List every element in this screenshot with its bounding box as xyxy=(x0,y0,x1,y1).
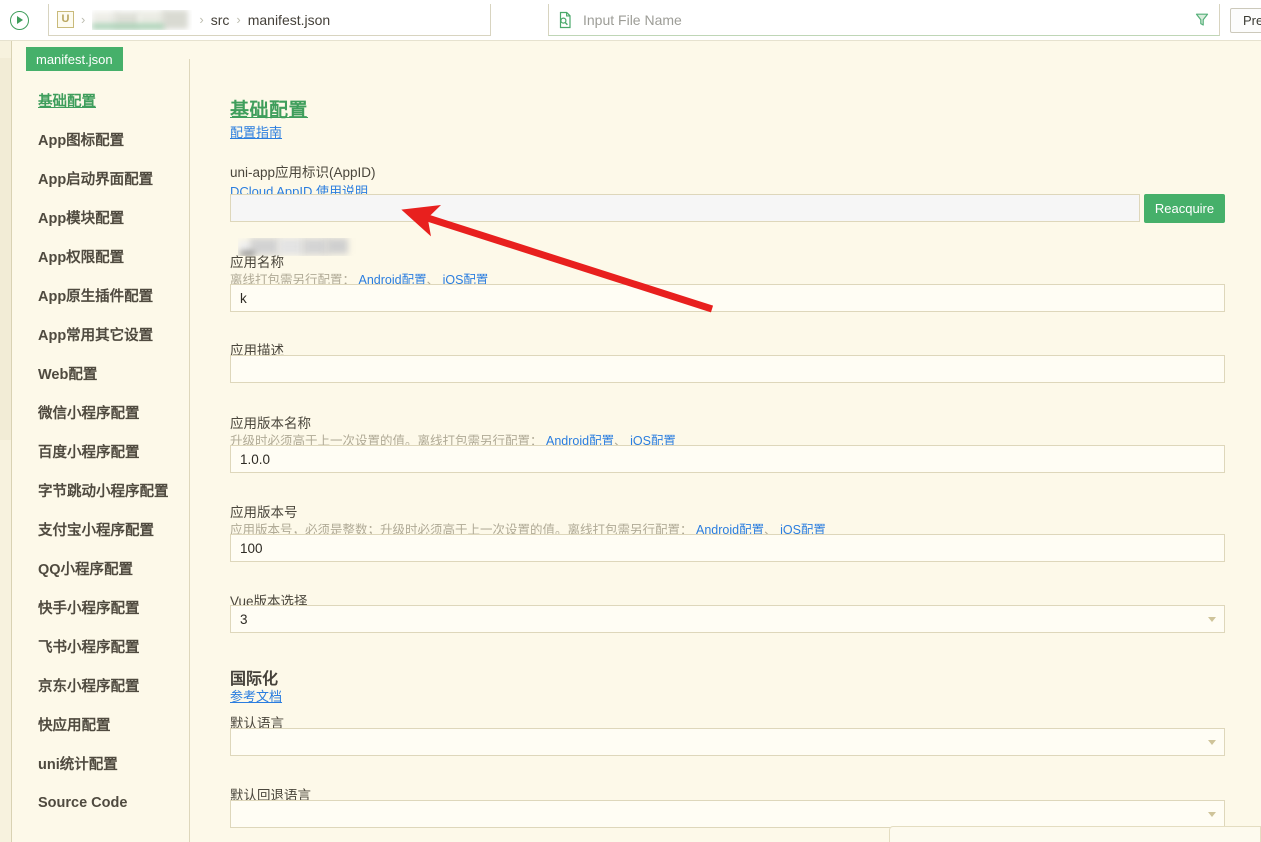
version-code-input[interactable] xyxy=(230,534,1225,562)
breadcrumb-separator-1: › xyxy=(81,12,86,27)
sidebar-item-app-permissions[interactable]: App权限配置 xyxy=(12,237,190,276)
sidebar-item-app-native-plugins[interactable]: App原生插件配置 xyxy=(12,276,190,315)
sidebar-item-basic-config[interactable]: 基础配置 xyxy=(12,81,190,120)
top-toolbar: U › › src › manifest.json Preview xyxy=(0,0,1261,41)
app-desc-input[interactable] xyxy=(230,355,1225,383)
i18n-doc-link[interactable]: 参考文档 xyxy=(230,686,282,705)
sidebar-item-qq-mp[interactable]: QQ小程序配置 xyxy=(12,549,190,588)
breadcrumb-item-src[interactable]: src xyxy=(211,12,230,28)
sidebar-item-quickapp[interactable]: 快应用配置 xyxy=(12,705,190,744)
sidebar-item-app-icon[interactable]: App图标配置 xyxy=(12,120,190,159)
app-name-input[interactable] xyxy=(230,284,1225,312)
main-form: 基础配置 配置指南 uni-app应用标识(AppID) DCloud AppI… xyxy=(191,41,1261,842)
filter-funnel-icon[interactable] xyxy=(1193,11,1211,29)
breadcrumb-project-name-redacted[interactable] xyxy=(92,9,192,30)
sidebar: manifest.json 基础配置 App图标配置 App启动界面配置 App… xyxy=(12,41,190,842)
default-language-select[interactable] xyxy=(230,728,1225,756)
filename-input[interactable] xyxy=(581,6,1187,33)
breadcrumb-separator-2: › xyxy=(199,12,204,27)
left-scrollbar-thumb[interactable] xyxy=(0,58,11,440)
appid-label: uni-app应用标识(AppID) xyxy=(230,165,376,180)
run-button[interactable] xyxy=(4,5,34,35)
sidebar-item-weixin-mp[interactable]: 微信小程序配置 xyxy=(12,393,190,432)
sidebar-item-app-modules[interactable]: App模块配置 xyxy=(12,198,190,237)
sidebar-item-web-config[interactable]: Web配置 xyxy=(12,354,190,393)
sidebar-nav-list: 基础配置 App图标配置 App启动界面配置 App模块配置 App权限配置 A… xyxy=(12,81,190,822)
version-code-label: 应用版本号 xyxy=(230,505,298,520)
page-title: 基础配置 xyxy=(230,100,309,121)
bottom-floating-panel xyxy=(889,826,1261,842)
project-badge-icon: U xyxy=(57,11,74,28)
tab-manifest-json[interactable]: manifest.json xyxy=(26,47,123,71)
appid-input[interactable] xyxy=(230,194,1140,222)
sidebar-item-uni-statistics[interactable]: uni统计配置 xyxy=(12,744,190,783)
breadcrumb-separator-3: › xyxy=(236,12,241,27)
app-name-label: 应用名称 xyxy=(230,255,284,270)
version-name-input[interactable] xyxy=(230,445,1225,473)
left-scrollbar[interactable] xyxy=(0,41,11,842)
preview-button[interactable]: Preview xyxy=(1230,7,1261,33)
breadcrumb-item-file[interactable]: manifest.json xyxy=(248,12,330,28)
sidebar-item-jd-mp[interactable]: 京东小程序配置 xyxy=(12,666,190,705)
sidebar-item-feishu-mp[interactable]: 飞书小程序配置 xyxy=(12,627,190,666)
run-play-icon xyxy=(9,10,29,30)
sidebar-item-app-splash[interactable]: App启动界面配置 xyxy=(12,159,190,198)
breadcrumb[interactable]: U › › src › manifest.json xyxy=(48,4,491,36)
sidebar-right-divider xyxy=(189,59,190,842)
sidebar-item-bytedance-mp[interactable]: 字节跳动小程序配置 xyxy=(12,471,190,510)
sidebar-item-baidu-mp[interactable]: 百度小程序配置 xyxy=(12,432,190,471)
fallback-language-select[interactable] xyxy=(230,800,1225,828)
sidebar-item-alipay-mp[interactable]: 支付宝小程序配置 xyxy=(12,510,190,549)
reacquire-button[interactable]: Reacquire xyxy=(1144,194,1225,223)
filename-search-box[interactable] xyxy=(548,4,1220,36)
sidebar-item-source-code[interactable]: Source Code xyxy=(12,783,190,822)
config-guide-link[interactable]: 配置指南 xyxy=(230,122,282,141)
version-name-label: 应用版本名称 xyxy=(230,416,311,431)
page-body: manifest.json 基础配置 App图标配置 App启动界面配置 App… xyxy=(0,41,1261,842)
sidebar-item-app-other-settings[interactable]: App常用其它设置 xyxy=(12,315,190,354)
vue-version-select[interactable] xyxy=(230,605,1225,633)
file-search-icon xyxy=(557,11,575,29)
sidebar-item-kuaishou-mp[interactable]: 快手小程序配置 xyxy=(12,588,190,627)
